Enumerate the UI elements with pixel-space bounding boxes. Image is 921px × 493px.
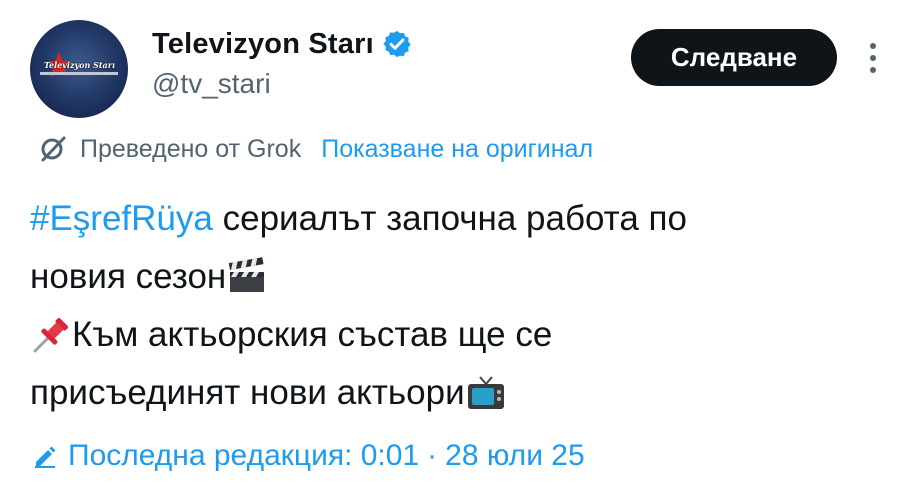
post-text-segment: присъединят нови актьори xyxy=(30,373,465,412)
translation-bar: Преведено от Grok Показване на оригинал xyxy=(38,132,593,166)
more-vertical-icon[interactable] xyxy=(864,40,882,76)
hashtag-link[interactable]: #EşrefRüya xyxy=(30,190,213,248)
post-text-segment: новия сезон xyxy=(30,257,227,296)
post-text-segment: сериалът започна работа по xyxy=(212,199,687,238)
post-text-segment: Към актьорския състав ще се xyxy=(72,315,553,354)
television-emoji-icon xyxy=(467,376,504,409)
separator: · xyxy=(427,439,438,472)
avatar[interactable]: Televizyon Starı xyxy=(30,20,128,118)
pushpin-emoji-icon xyxy=(33,317,69,353)
last-edit-link[interactable]: Последна редакция: 0:01 · 28 юли 25 xyxy=(32,436,585,476)
pencil-icon xyxy=(35,446,56,468)
translated-by-label: Преведено от Grok xyxy=(80,134,302,163)
display-name[interactable]: Televizyon Starı xyxy=(152,28,374,61)
post-line-4: присъединят нови актьори xyxy=(30,364,900,422)
post-text: #EşrefRüya сериалът започна работа по но… xyxy=(30,190,900,422)
post-date: 28 юли 25 xyxy=(445,439,585,472)
verified-badge-icon[interactable] xyxy=(382,29,412,59)
post-line-2: новия сезон xyxy=(30,248,900,306)
grok-icon xyxy=(41,136,66,162)
clapper-board-emoji-icon xyxy=(229,257,265,292)
display-name-row: Televizyon Starı xyxy=(152,26,412,62)
user-handle[interactable]: @tv_stari xyxy=(152,68,271,100)
show-original-link[interactable]: Показване на оригинал xyxy=(321,135,593,164)
post-card: Televizyon Starı Televizyon Starı @tv_st… xyxy=(0,0,921,493)
last-edit-label: Последна редакция: 0:01 xyxy=(68,439,420,472)
post-line-1: #EşrefRüya сериалът започна работа по xyxy=(30,190,900,248)
post-line-3: Към актьорския състав ще се xyxy=(30,306,900,364)
logo-bar xyxy=(40,72,118,75)
follow-button[interactable]: Следване xyxy=(631,29,837,86)
avatar-logo-text: Televizyon Starı xyxy=(44,60,115,70)
